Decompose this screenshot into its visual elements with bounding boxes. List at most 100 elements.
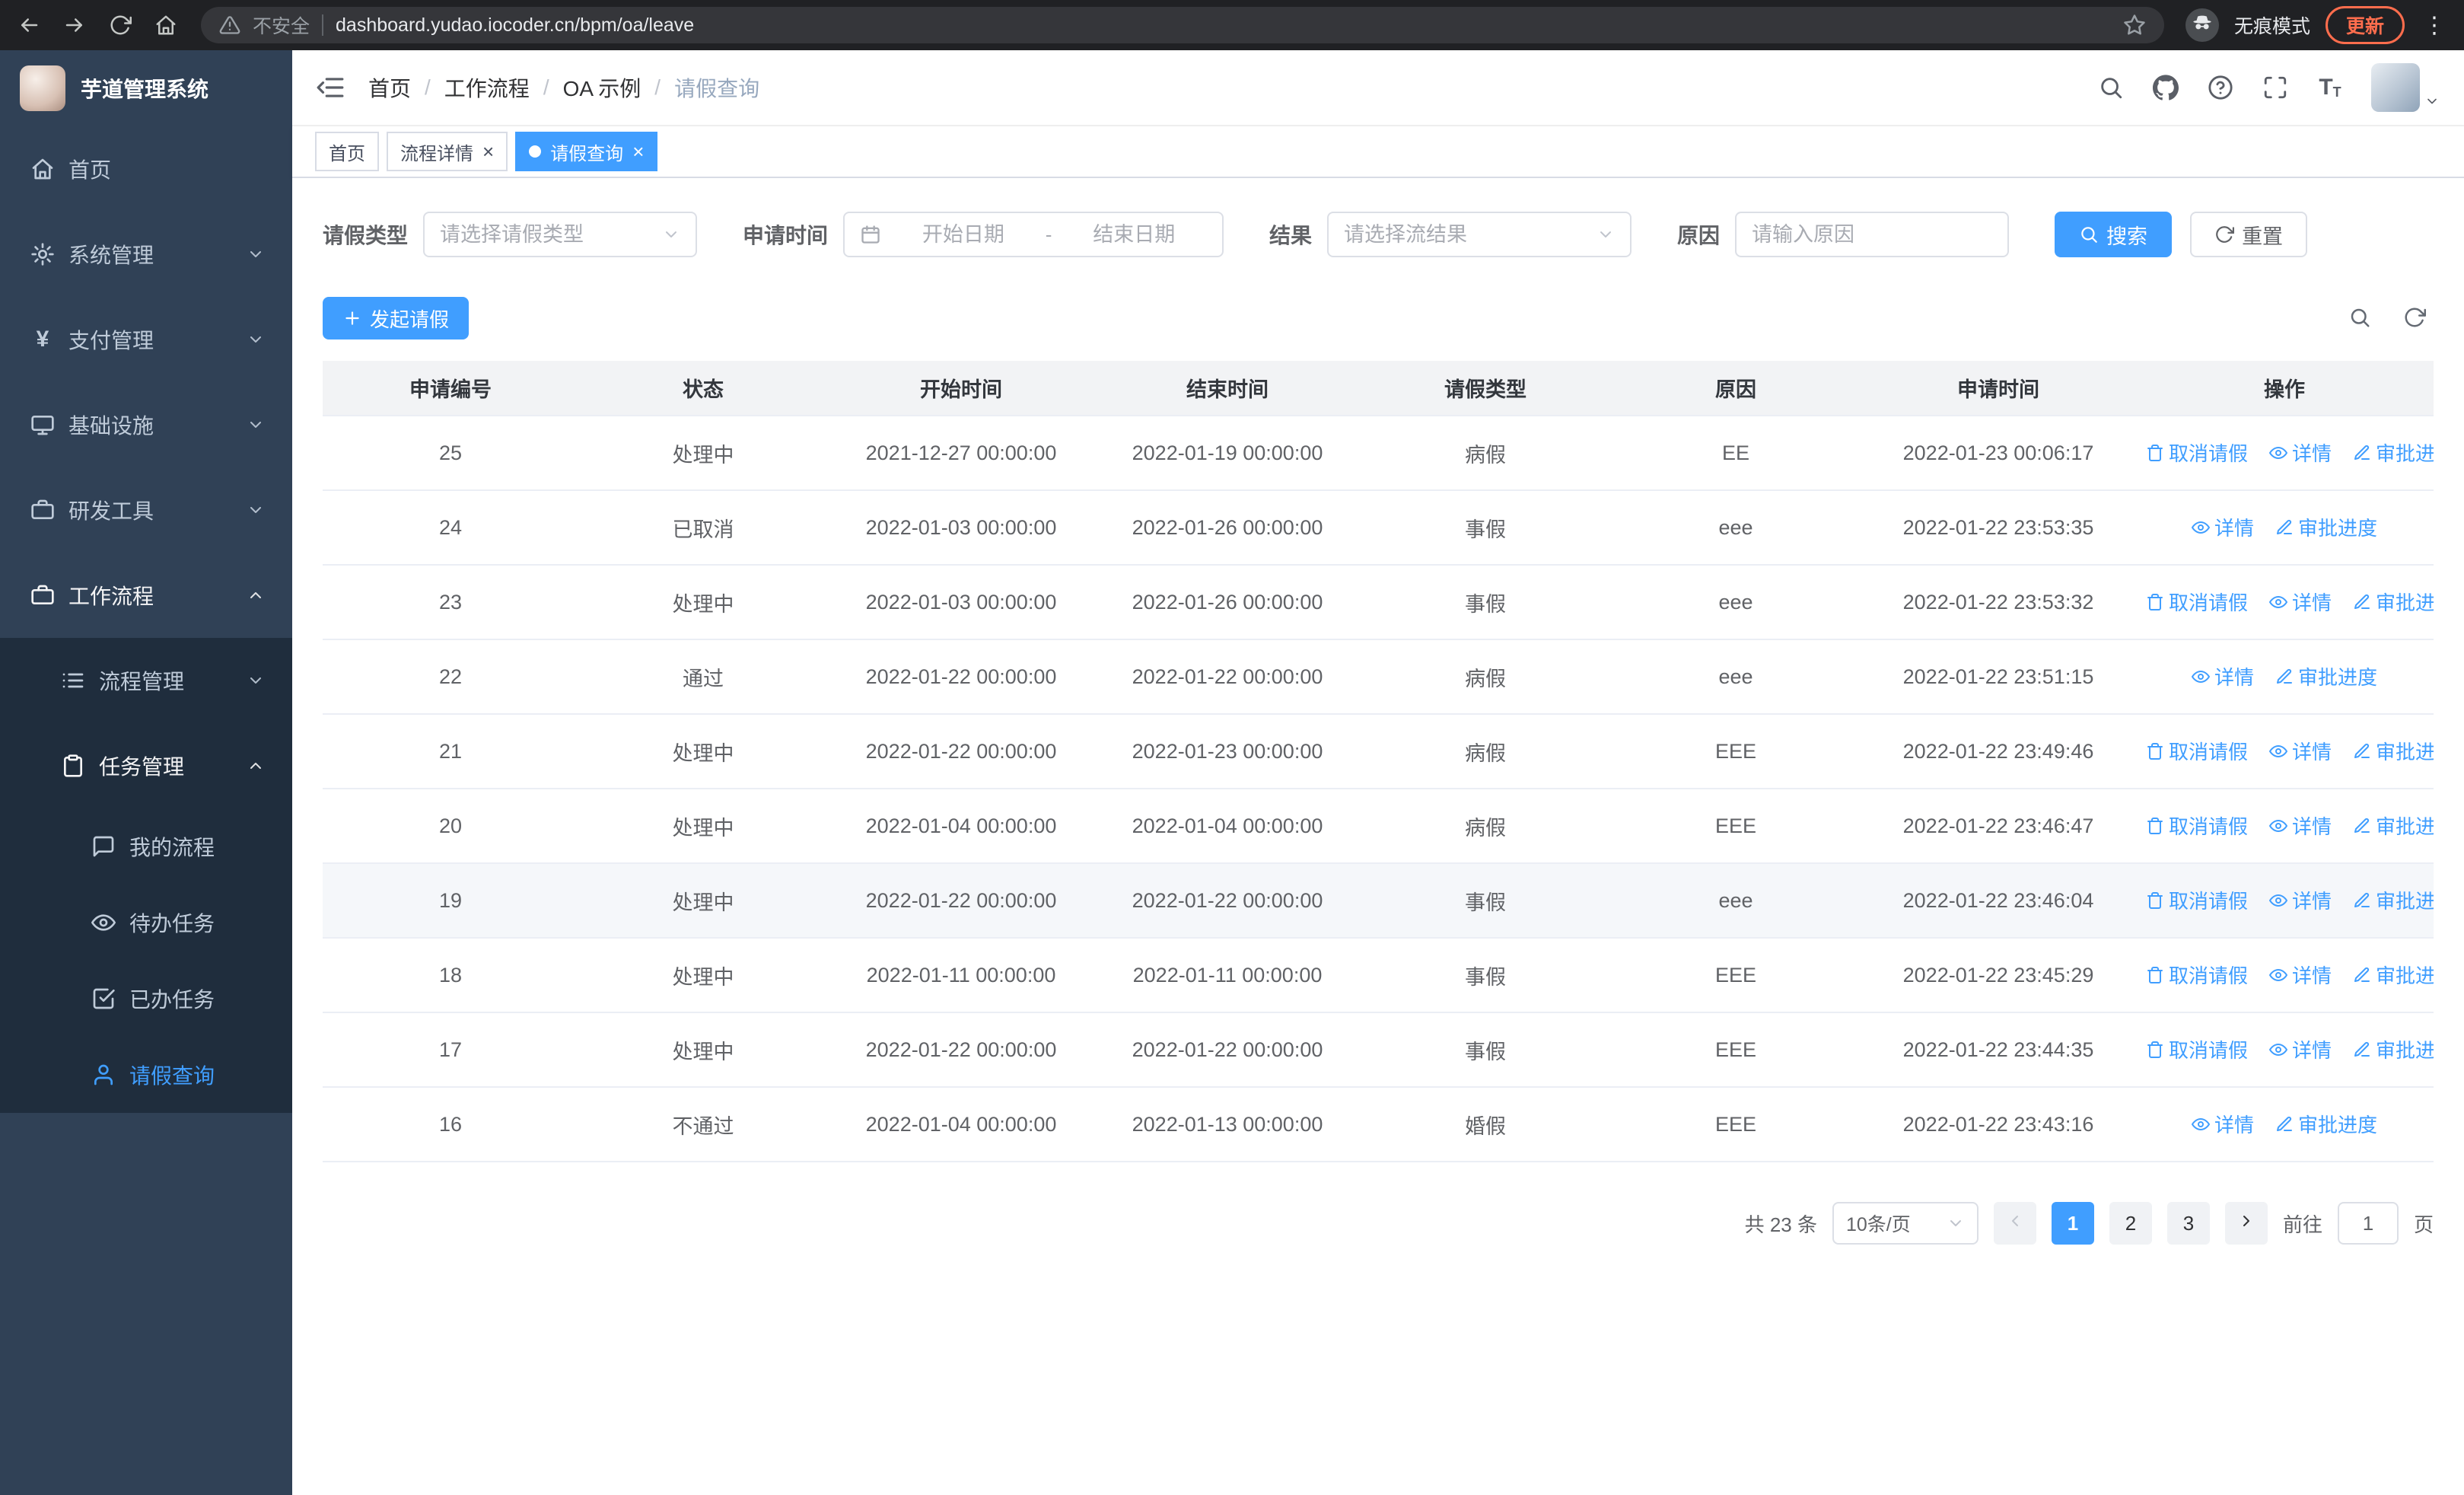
sidebar-item-task-management[interactable]: 任务管理	[0, 723, 292, 808]
browser-back-icon[interactable]	[15, 11, 43, 39]
page-size-select[interactable]: 10条/页	[1832, 1202, 1979, 1245]
end-date-input[interactable]	[1061, 222, 1208, 247]
font-size-icon[interactable]: TT	[2316, 74, 2344, 101]
result-select[interactable]	[1327, 212, 1632, 257]
goto-page-input[interactable]	[2337, 1202, 2399, 1245]
apply-time-range-picker[interactable]: -	[843, 212, 1224, 257]
action-cancel[interactable]: 取消请假	[2146, 438, 2248, 467]
reset-button[interactable]: 重置	[2190, 212, 2308, 257]
action-detail[interactable]: 详情	[2269, 438, 2332, 467]
search-icon	[2079, 225, 2099, 244]
cell-reason: EEE	[1610, 714, 1861, 789]
sidebar-item-system[interactable]: 系统管理	[0, 212, 292, 297]
action-detail[interactable]: 详情	[2269, 1035, 2332, 1063]
chevron-down-icon	[1947, 1214, 1965, 1232]
reason-input-box[interactable]	[1735, 212, 2010, 257]
sidebar-item-todo-tasks[interactable]: 待办任务	[0, 885, 292, 961]
browser-reload-icon[interactable]	[107, 11, 134, 39]
breadcrumb-item[interactable]: 工作流程	[444, 72, 530, 103]
cell-status: 处理中	[578, 789, 828, 864]
trash-icon	[2146, 742, 2164, 760]
action-progress[interactable]: 审批进度	[2275, 1110, 2377, 1138]
sidebar-item-workflow[interactable]: 工作流程	[0, 553, 292, 638]
cell-start-time: 2021-12-27 00:00:00	[828, 416, 1094, 491]
sidebar-item-my-process[interactable]: 我的流程	[0, 808, 292, 885]
action-cancel[interactable]: 取消请假	[2146, 1035, 2248, 1063]
browser-menu-icon[interactable]: ⋮	[2420, 12, 2449, 39]
close-icon[interactable]: ×	[632, 142, 644, 161]
cell-apply-id: 16	[323, 1087, 578, 1162]
apply-time-label: 申请时间	[743, 224, 829, 247]
github-icon[interactable]	[2152, 74, 2179, 101]
sidebar-item-home[interactable]: 首页	[0, 126, 292, 212]
cell-actions: 取消请假 详情 审批进度	[2135, 789, 2434, 864]
action-detail[interactable]: 详情	[2191, 513, 2254, 541]
action-progress[interactable]: 审批进度	[2275, 662, 2377, 690]
sidebar-logo-row[interactable]: 芋道管理系统	[0, 50, 292, 126]
toggle-search-icon[interactable]	[2348, 306, 2373, 330]
cell-actions: 详情 审批进度	[2135, 1087, 2434, 1162]
reason-input[interactable]	[1752, 222, 1993, 247]
breadcrumb-separator: /	[543, 75, 549, 99]
url-bar[interactable]: 不安全 dashboard.yudao.iocoder.cn/bpm/oa/le…	[201, 7, 2164, 43]
sidebar-item-payment[interactable]: ¥ 支付管理	[0, 297, 292, 382]
action-cancel[interactable]: 取消请假	[2146, 886, 2248, 914]
header-search-icon[interactable]	[2097, 74, 2125, 101]
create-leave-button[interactable]: 发起请假	[323, 297, 470, 339]
browser-forward-icon[interactable]	[61, 11, 88, 39]
action-detail[interactable]: 详情	[2269, 737, 2332, 765]
sidebar-item-process-management[interactable]: 流程管理	[0, 638, 292, 723]
sidebar-item-dev-tools[interactable]: 研发工具	[0, 467, 292, 553]
leave-type-select[interactable]	[423, 212, 698, 257]
close-icon[interactable]: ×	[482, 142, 494, 161]
search-button[interactable]: 搜索	[2055, 212, 2173, 257]
action-progress[interactable]: 审批进度	[2353, 737, 2434, 765]
fullscreen-icon[interactable]	[2262, 74, 2289, 101]
table-toolbar: 发起请假	[323, 297, 2434, 339]
sidebar-item-infrastructure[interactable]: 基础设施	[0, 382, 292, 467]
page-button-2[interactable]: 2	[2109, 1202, 2152, 1245]
action-detail[interactable]: 详情	[2191, 1110, 2254, 1138]
bookmark-star-icon[interactable]	[2123, 14, 2146, 37]
page-button-1[interactable]: 1	[2051, 1202, 2094, 1245]
tab-label: 请假查询	[550, 143, 624, 164]
next-page-button[interactable]	[2224, 1202, 2268, 1245]
help-icon[interactable]	[2207, 74, 2234, 101]
sidebar-item-leave-query[interactable]: 请假查询	[0, 1037, 292, 1113]
start-date-input[interactable]	[890, 222, 1036, 247]
trash-icon	[2146, 444, 2164, 462]
action-cancel[interactable]: 取消请假	[2146, 737, 2248, 765]
tab-process-detail[interactable]: 流程详情 ×	[387, 132, 508, 171]
action-progress[interactable]: 审批进度	[2353, 886, 2434, 914]
browser-home-icon[interactable]	[152, 11, 180, 39]
action-detail[interactable]: 详情	[2269, 588, 2332, 616]
breadcrumb-item[interactable]: 首页	[368, 72, 411, 103]
action-cancel[interactable]: 取消请假	[2146, 961, 2248, 989]
action-detail[interactable]: 详情	[2269, 961, 2332, 989]
cell-apply-id: 25	[323, 416, 578, 491]
sidebar-item-done-tasks[interactable]: 已办任务	[0, 961, 292, 1037]
action-progress[interactable]: 审批进度	[2353, 438, 2434, 467]
leave-type-value[interactable]	[440, 222, 654, 247]
browser-update-button[interactable]: 更新	[2325, 6, 2405, 44]
action-detail[interactable]: 详情	[2269, 886, 2332, 914]
action-progress[interactable]: 审批进度	[2353, 811, 2434, 840]
incognito-label: 无痕模式	[2233, 16, 2310, 37]
tab-home[interactable]: 首页	[315, 132, 379, 171]
sidebar-toggle-icon[interactable]	[292, 49, 368, 126]
refresh-table-icon[interactable]	[2403, 306, 2427, 330]
prev-page-button[interactable]	[1993, 1202, 2036, 1245]
result-value[interactable]	[1344, 222, 1588, 247]
action-progress[interactable]: 审批进度	[2353, 1035, 2434, 1063]
action-progress[interactable]: 审批进度	[2353, 588, 2434, 616]
breadcrumb-item[interactable]: OA 示例	[563, 72, 641, 103]
action-detail[interactable]: 详情	[2269, 811, 2332, 840]
action-cancel[interactable]: 取消请假	[2146, 811, 2248, 840]
action-cancel[interactable]: 取消请假	[2146, 588, 2248, 616]
action-progress[interactable]: 审批进度	[2353, 961, 2434, 989]
action-progress[interactable]: 审批进度	[2275, 513, 2377, 541]
action-detail[interactable]: 详情	[2191, 662, 2254, 690]
tab-leave-query[interactable]: 请假查询 ×	[515, 132, 658, 171]
page-button-3[interactable]: 3	[2166, 1202, 2210, 1245]
user-menu[interactable]	[2371, 63, 2440, 112]
